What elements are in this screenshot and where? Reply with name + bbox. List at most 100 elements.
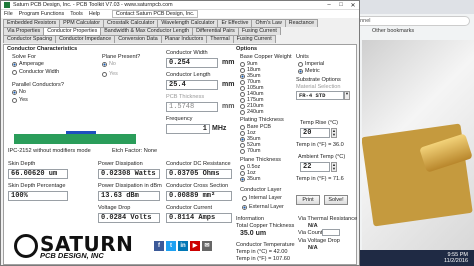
layer-internal-radio[interactable]: Internal Layer [242, 195, 282, 201]
units-label: Units [296, 54, 309, 60]
menu-bar: File Program Functions Tools Help Contac… [1, 10, 359, 18]
via-thermal-label: Via Thermal Resistance [298, 216, 358, 222]
youtube-icon[interactable]: ▶ [190, 241, 200, 251]
other-bookmarks-link[interactable]: Other bookmarks [372, 28, 414, 34]
menu-program-functions[interactable]: Program Functions [19, 11, 65, 17]
saturn-ring-icon [14, 234, 38, 258]
tab-reactance[interactable]: Reactance [284, 19, 319, 27]
tab-wavelength-calculator[interactable]: Wavelength Calculator [157, 19, 219, 27]
thickness-label: PCB Thickness [166, 94, 205, 100]
width-unit: mm [222, 59, 235, 66]
tab-row-3: Conductor Spacing Conductor Impedance Co… [3, 35, 357, 43]
menu-help[interactable]: Help [89, 11, 100, 17]
parallel-no-radio[interactable]: No [12, 89, 26, 95]
twitter-icon[interactable]: t [166, 241, 176, 251]
power-dbm-value: 13.63 dBm [98, 191, 160, 201]
tab-ppm-calculator[interactable]: PPM Calculator [59, 19, 104, 27]
window-title: Saturn PCB Design, Inc. - PCB Toolkit V7… [13, 2, 173, 8]
sma-connector-photo [362, 40, 474, 250]
menu-file[interactable]: File [4, 11, 13, 17]
plane-thickness-label: Plane Thickness [240, 157, 281, 163]
tab-crosstalk-calculator[interactable]: Crosstalk Calculator [102, 19, 159, 27]
frequency-input[interactable]: 1 [166, 124, 210, 134]
menu-tools[interactable]: Tools [70, 11, 83, 17]
copper-240um[interactable]: 240um [240, 109, 263, 115]
tab-row-2: Via Properties Conductor Properties Band… [3, 27, 357, 35]
via-drop-label: Via Voltage Drop [298, 238, 340, 244]
width-input[interactable]: 0.254 [166, 58, 218, 68]
cond-temp-c: Temp in (°C) = 42.00 [236, 249, 288, 255]
parallel-label: Parallel Conductors? [12, 82, 64, 88]
via-count-input[interactable] [322, 229, 340, 236]
skin-depth-label: Skin Depth [8, 161, 36, 167]
tab-conversion-data[interactable]: Conversion Data [114, 35, 162, 43]
dc-resistance-value: 0.03705 Ohms [166, 169, 232, 179]
plane-no-radio[interactable]: No [102, 61, 116, 67]
tab-via-properties[interactable]: Via Properties [3, 27, 45, 35]
material-dropdown-arrow[interactable]: ▼ [344, 91, 350, 100]
solve-width-radio[interactable]: Conductor Width [12, 69, 59, 75]
information-label: Information [236, 216, 264, 222]
plane-35um[interactable]: 35um [240, 176, 261, 182]
tab-conductor-properties[interactable]: Conductor Properties [43, 27, 102, 35]
minimize-icon[interactable]: – [323, 2, 335, 9]
frequency-label: Frequency [166, 116, 193, 122]
voltage-drop-value: 0.0284 Volts [98, 213, 160, 223]
print-button[interactable]: Print [296, 195, 320, 205]
solve-amperage-radio[interactable]: Amperage [12, 61, 44, 67]
tab-fusing-current[interactable]: Fusing Current [237, 27, 281, 35]
email-icon[interactable]: ✉ [202, 241, 212, 251]
length-input[interactable]: 25.4 [166, 80, 218, 90]
plating-label: Plating Thickness [240, 117, 284, 123]
material-selection-label: Material Selection [296, 84, 341, 90]
current-value: 0.8114 Amps [166, 213, 232, 223]
tab-bandwidth[interactable]: Bandwidth & Max Conductor Length [100, 27, 194, 35]
close-icon[interactable]: ✕ [347, 2, 359, 9]
tab-conductor-spacing[interactable]: Conductor Spacing [3, 35, 57, 43]
browser-bookmarks-bar: Other bookmarks [362, 28, 474, 38]
ipc-mode-label: IPC-2152 without modifiers mode [8, 148, 91, 154]
tab-ohms-law[interactable]: Ohm's Law [251, 19, 286, 27]
plating-70um[interactable]: 70um [240, 148, 261, 154]
power-diss-label: Power Dissipation [98, 161, 143, 167]
layer-external-radio[interactable]: External Layer [242, 204, 284, 210]
plane-yes-radio[interactable]: Yes [102, 71, 118, 77]
facebook-icon[interactable]: f [154, 241, 164, 251]
tab-er-effective[interactable]: Er Effective [217, 19, 253, 27]
tab-row-1: Embedded Resistors PPM Calculator Crosst… [3, 19, 357, 27]
ambient-spinner[interactable]: ▲ ▼ [331, 162, 337, 172]
solve-button[interactable]: Solve! [324, 195, 348, 205]
tab-thermal[interactable]: Thermal [206, 35, 234, 43]
via-thermal-value: N/A [308, 223, 318, 229]
units-imperial-radio[interactable]: Imperial [298, 61, 324, 67]
substrate-options-label: Substrate Options [296, 77, 341, 83]
app-icon [4, 2, 10, 8]
tab-planar-inductors[interactable]: Planar Inductors [160, 35, 208, 43]
title-bar: Saturn PCB Design, Inc. - PCB Toolkit V7… [1, 1, 359, 10]
voltage-drop-label: Voltage Drop [98, 205, 131, 211]
ambient-input[interactable]: 22 [300, 162, 330, 172]
contact-button[interactable]: Contact Saturn PCB Design, Inc. [111, 10, 199, 18]
ambient-readout: Temp in (°F) = 71.6 [296, 176, 344, 182]
tab-embedded-resistors[interactable]: Embedded Resistors [3, 19, 61, 27]
substrate-shape [14, 134, 136, 144]
maximize-icon[interactable]: □ [335, 2, 347, 9]
browser-tab[interactable]: Channel [345, 16, 470, 26]
tab-conductor-impedance[interactable]: Conductor Impedance [55, 35, 116, 43]
temp-rise-input[interactable]: 20 [300, 128, 330, 138]
tab-differential-pairs[interactable]: Differential Pairs [192, 27, 239, 35]
temp-rise-spinner[interactable]: ▲ ▼ [331, 128, 337, 138]
cross-section-label: Conductor Cross Section [166, 183, 229, 189]
tab-fusing-current-2[interactable]: Fusing Current [232, 35, 276, 43]
linkedin-icon[interactable]: in [178, 241, 188, 251]
parallel-yes-radio[interactable]: Yes [12, 97, 28, 103]
conductor-properties-panel: Conductor Characteristics Solve For Ampe… [3, 44, 357, 265]
thickness-input[interactable]: 1.5748 [166, 102, 218, 112]
total-copper-value: 35.0 um [240, 230, 267, 237]
material-select[interactable]: FR-4 STD [296, 91, 344, 100]
plane-present-label: Plane Present? [102, 54, 141, 60]
dc-resistance-label: Conductor DC Resistance [166, 161, 231, 167]
via-drop-value: N/A [308, 245, 318, 251]
length-unit: mm [222, 81, 235, 88]
units-metric-radio[interactable]: Metric [298, 68, 320, 74]
